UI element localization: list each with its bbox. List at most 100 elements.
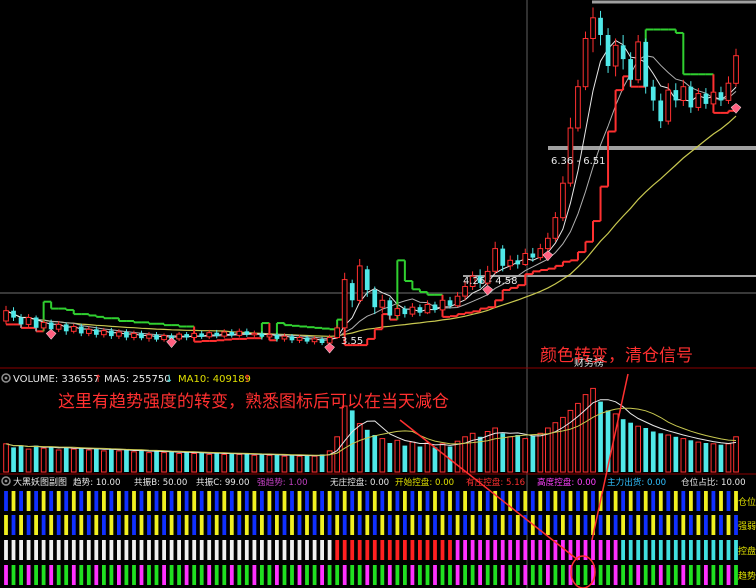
indicator-bar [538, 565, 543, 585]
candle-body [492, 248, 498, 272]
indicator-bar [132, 565, 136, 585]
indicator-bar [357, 491, 362, 511]
indicator-bar [643, 540, 648, 560]
indicator-bar [49, 540, 54, 560]
indicator-bar [410, 565, 415, 585]
candle-body [139, 333, 144, 339]
candle-body [424, 304, 431, 314]
indicator-bar [71, 491, 76, 511]
indicator-bar [387, 491, 392, 511]
indicator-bar [41, 540, 46, 560]
indicator-bar [297, 540, 302, 560]
indicator-bar [357, 515, 362, 535]
indicator-bar [628, 565, 633, 585]
indicator-bar [403, 565, 407, 585]
volume-bar [710, 443, 717, 473]
indicator-bar [538, 540, 543, 560]
volume-bar [169, 451, 174, 472]
indicator-bar [214, 540, 219, 560]
indicator-bar [282, 515, 287, 535]
indicator-bar [500, 515, 505, 535]
indicator-bar [86, 540, 91, 560]
gear-icon[interactable] [1, 373, 11, 383]
indicator-bar [433, 491, 437, 511]
indicator-bar [621, 515, 625, 535]
volume-bar [703, 443, 709, 472]
indicator-bar [260, 515, 264, 535]
volume-bar [221, 453, 228, 473]
volume-bar [154, 450, 159, 472]
candle-body [131, 332, 137, 338]
indicator-bar [177, 565, 181, 585]
volume-bar [628, 422, 633, 472]
price-label-range-mid: 4.26 - 4.58 [463, 276, 518, 287]
indicator-bar [79, 565, 84, 585]
indicator-bar [327, 491, 332, 511]
indicator-bar [222, 491, 227, 511]
candle-body [718, 92, 724, 101]
indicator-bar [229, 491, 234, 511]
indicator-bar [64, 540, 69, 560]
candle-body [635, 41, 641, 81]
volume-bar [356, 423, 363, 473]
indicator-bar [403, 515, 407, 535]
indicator-bar [704, 565, 708, 585]
indicator-bar [576, 565, 580, 585]
indicator-bar [237, 540, 242, 560]
indicator-bar [673, 515, 678, 535]
indicator-bar [11, 515, 16, 535]
indicator-bar [553, 565, 558, 585]
indicator-bar [357, 565, 362, 585]
indicator-bar [335, 515, 340, 535]
candle-body [409, 306, 416, 315]
indicator-row-labels: 仓位强弱控盘趋势 [738, 496, 756, 582]
indicator-bar [726, 515, 731, 535]
price-label-range-high: 6.36 - 6.51 [551, 156, 606, 167]
candle-body [500, 248, 506, 266]
indicator-bar [214, 565, 219, 585]
volume-bar [439, 443, 446, 473]
indicator-bar [184, 491, 189, 511]
indicator-bar [297, 515, 302, 535]
indicator-bar [124, 540, 129, 560]
indicator-bar [583, 491, 588, 511]
indicator-bar [222, 515, 227, 535]
indicator-bar [207, 540, 212, 560]
candle-body [3, 310, 9, 322]
volume-bar [507, 436, 514, 473]
indicator-bar [418, 515, 422, 535]
gear-icon[interactable] [1, 476, 11, 486]
indicator-bar [606, 515, 610, 535]
indicator-bar [546, 515, 550, 535]
indicator-bar [523, 491, 528, 511]
volume-bar [25, 448, 32, 473]
indicator-bar [199, 565, 204, 585]
volume-bar [94, 448, 99, 472]
indicator-bar [658, 540, 663, 560]
indicator-bar [538, 491, 543, 511]
indicator-bar [418, 491, 422, 511]
indicator-bar [380, 565, 385, 585]
volume-bar [48, 446, 54, 472]
indicator-bar [229, 540, 234, 560]
indicator-bar [147, 515, 151, 535]
indicator-bar [561, 565, 565, 585]
candle-body [55, 323, 62, 330]
indicator-bar [673, 565, 678, 585]
candle-body [710, 91, 717, 105]
indicator-bar [350, 491, 355, 511]
indicator-bar [380, 491, 385, 511]
volume-bar [40, 447, 47, 473]
indicator-bar [275, 565, 279, 585]
indicator-bar [19, 565, 23, 585]
indicator-bar [320, 515, 324, 535]
indicator-bar [275, 491, 279, 511]
candle-body [356, 265, 363, 301]
indicator-bar [177, 540, 181, 560]
indicator-bar [214, 515, 219, 535]
indicator-bar [621, 565, 625, 585]
candle-body [184, 334, 189, 338]
indicator-bar [147, 491, 151, 511]
indicator-bar [290, 491, 294, 511]
indicator-value: 仓位占比: 10.00 [681, 476, 746, 488]
